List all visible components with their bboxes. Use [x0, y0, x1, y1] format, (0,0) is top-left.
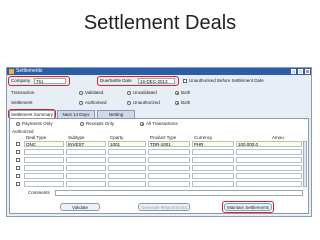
grid-cell[interactable]	[236, 173, 302, 179]
grid-cell[interactable]	[66, 157, 106, 163]
transaction-both-label: Both	[181, 90, 191, 95]
grid-cell[interactable]	[192, 157, 234, 163]
row-authorized-checkbox[interactable]	[16, 150, 20, 154]
row-authorized-checkbox[interactable]	[16, 158, 20, 162]
grid-cell[interactable]	[108, 165, 146, 171]
all-transactions-label: All Transactions	[146, 121, 178, 126]
company-field[interactable]: 751	[34, 78, 66, 84]
all-transactions-radio[interactable]	[140, 122, 144, 126]
grid-cell[interactable]	[236, 165, 302, 171]
grid-cell[interactable]	[24, 181, 64, 187]
transaction-both-radio[interactable]	[175, 91, 179, 95]
settlement-both-radio[interactable]	[175, 101, 179, 105]
settlement-label: Settlement	[11, 100, 33, 105]
transaction-label: Transaction	[11, 90, 35, 95]
unauth-before-label: Unauthorised Before Settlement Date	[189, 78, 264, 83]
grid-cell[interactable]: TDR-1001	[148, 141, 190, 147]
grid-cell[interactable]	[24, 165, 64, 171]
grid-cell[interactable]	[148, 165, 190, 171]
grid-cell[interactable]: 100,000.0	[236, 141, 302, 147]
window-titlebar: Settlements	[7, 68, 311, 75]
tab-netting[interactable]: Netting	[97, 110, 135, 118]
due-date-label: Due/Settle Date	[100, 78, 132, 83]
grid-cell[interactable]	[108, 181, 146, 187]
comments-label: Comments	[28, 190, 50, 195]
receipts-only-radio[interactable]	[80, 122, 84, 126]
grid-cell[interactable]: INVEST	[66, 141, 106, 147]
due-date-field[interactable]: 16-DEC-2013	[138, 78, 175, 84]
settlement-summary-panel: Payments Only Receipts Only All Transact…	[9, 118, 309, 214]
row-authorized-checkbox[interactable]	[16, 182, 20, 186]
grid-cell[interactable]	[66, 173, 106, 179]
slide-title: Settlement Deals	[83, 12, 237, 34]
maximize-icon[interactable]	[298, 69, 303, 74]
grid-cell[interactable]	[108, 173, 146, 179]
grid-cell[interactable]	[66, 181, 106, 187]
unauth-before-checkbox[interactable]	[183, 79, 187, 83]
row-authorized-checkbox[interactable]	[16, 142, 20, 146]
authorised-radio[interactable]	[79, 101, 83, 105]
validated-radio[interactable]	[79, 91, 83, 95]
row-authorized-checkbox[interactable]	[16, 174, 20, 178]
row-authorized-checkbox[interactable]	[16, 166, 20, 170]
grid-cell[interactable]	[192, 181, 234, 187]
receipts-only-label: Receipts Only	[86, 121, 115, 126]
grid-scrollbar[interactable]	[303, 141, 307, 187]
payments-only-label: Payments Only	[22, 121, 53, 126]
grid-cell[interactable]	[148, 157, 190, 163]
grid-cell[interactable]	[66, 149, 106, 155]
grid-cell[interactable]	[236, 149, 302, 155]
authorised-label: Authorised	[85, 100, 107, 105]
grid-cell[interactable]	[148, 173, 190, 179]
comments-field[interactable]	[55, 190, 303, 196]
settlements-window: Settlements Company 751 Due/Settle Date …	[6, 67, 312, 217]
unauthorized-label: Unauthorized	[133, 100, 160, 105]
grid-cell[interactable]	[148, 149, 190, 155]
grid-cell[interactable]: 1001	[108, 141, 146, 147]
grid-cell[interactable]	[24, 173, 64, 179]
unvalidated-label: Unvalidated	[133, 90, 157, 95]
tab-next-14-days[interactable]: Next 14 Days	[57, 110, 95, 118]
grid-cell[interactable]	[192, 165, 234, 171]
grid-cell[interactable]	[24, 157, 64, 163]
grid-cell[interactable]	[24, 149, 64, 155]
company-label: Company	[11, 78, 31, 83]
unvalidated-radio[interactable]	[127, 91, 131, 95]
payments-only-radio[interactable]	[16, 122, 20, 126]
unauthorized-radio[interactable]	[127, 101, 131, 105]
close-icon[interactable]	[305, 69, 310, 74]
grid-cell[interactable]	[108, 157, 146, 163]
generate-report-button[interactable]: Generate Report/Script	[138, 203, 190, 211]
grid-cell[interactable]: ONC	[24, 141, 64, 147]
grid-cell[interactable]	[236, 157, 302, 163]
grid-cell[interactable]	[192, 173, 234, 179]
validate-button[interactable]: Validate	[60, 203, 100, 211]
minimize-icon[interactable]	[291, 69, 296, 74]
settlement-both-label: Both	[181, 100, 191, 105]
grid-cell[interactable]	[108, 149, 146, 155]
window-title: Settlements	[16, 68, 43, 74]
grid-cell[interactable]	[192, 149, 234, 155]
validated-label: Validated	[85, 90, 104, 95]
grid-cell[interactable]	[148, 181, 190, 187]
app-icon	[9, 69, 14, 74]
grid-cell[interactable]	[66, 165, 106, 171]
maintain-highlight	[222, 201, 274, 213]
grid-cell[interactable]	[236, 181, 302, 187]
grid-cell[interactable]: PHR	[192, 141, 234, 147]
